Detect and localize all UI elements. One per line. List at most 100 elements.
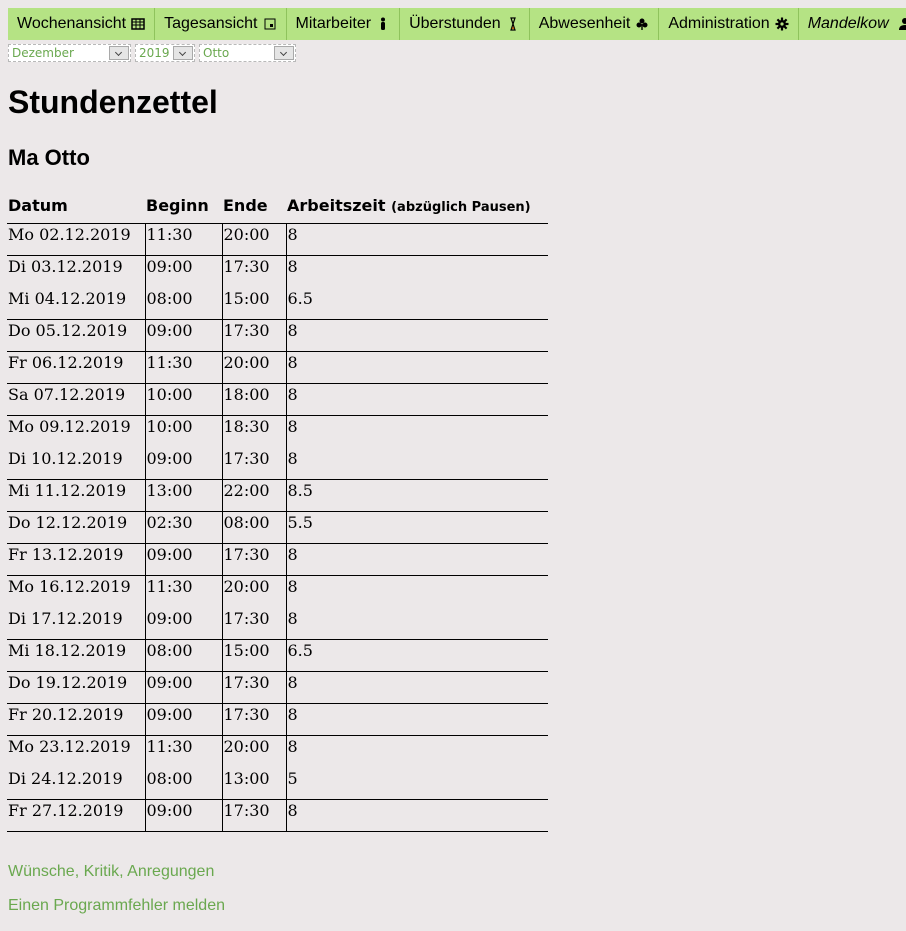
cell-start: 09:00 — [145, 543, 223, 576]
employee-select[interactable]: Otto — [199, 44, 296, 62]
cell-worktime: 8 — [286, 735, 548, 768]
hourglass-icon — [506, 17, 520, 31]
nav-administration-label: Administration — [668, 15, 770, 32]
cell-start: 09:00 — [145, 319, 223, 352]
table-row: Fr 27.12.2019 09:00 17:30 8 — [7, 799, 548, 832]
nav-user-mandelkow[interactable]: Mandelkow — [799, 8, 906, 40]
cell-end: 17:30 — [222, 447, 287, 480]
person-icon — [376, 17, 390, 31]
table-row: Do 19.12.2019 09:00 17:30 8 — [7, 671, 548, 704]
table-row: Mo 02.12.2019 11:30 20:00 8 — [7, 223, 548, 256]
cell-worktime: 5 — [287, 768, 298, 788]
cell-worktime: 8.5 — [286, 479, 548, 512]
nav-wochenansicht-label: Wochenansicht — [17, 15, 127, 32]
cell-end: 17:30 — [222, 255, 287, 288]
chevron-down-icon — [109, 46, 129, 60]
month-select[interactable]: Dezember — [8, 44, 131, 62]
cell-date: Mi 18.12.2019 — [7, 639, 146, 672]
header-end: Ende — [222, 188, 286, 224]
table-row: Di 24.12.2019 08:00 13:00 5 — [7, 767, 548, 800]
cell-date: Di 17.12.2019 — [7, 607, 146, 640]
calendar-day-icon — [263, 17, 277, 31]
chevron-down-icon — [173, 46, 193, 60]
cell-start: 10:00 — [145, 383, 223, 416]
cell-worktime: 8 — [287, 448, 298, 468]
nav-abwesenheit[interactable]: Abwesenheit — [530, 8, 660, 40]
header-worktime-note: (abzüglich Pausen) — [391, 200, 531, 215]
cell-date: Fr 20.12.2019 — [7, 703, 146, 736]
cell-date: Do 12.12.2019 — [7, 511, 146, 544]
cell-start: 08:00 — [145, 767, 223, 800]
cell-end: 20:00 — [222, 735, 287, 768]
header-worktime-label: Arbeitszeit — [287, 196, 386, 215]
nav-ueberstunden[interactable]: Überstunden — [400, 8, 530, 40]
timesheet-rows: Mo 02.12.2019 11:30 20:00 8 Di 03.12.2019 09:… — [7, 223, 548, 832]
cell-end: 17:30 — [222, 543, 287, 576]
nav-mitarbeiter[interactable]: Mitarbeiter — [287, 8, 401, 40]
table-row: Mo 16.12.2019 11:30 20:00 8 — [7, 575, 548, 608]
feedback-link[interactable]: Wünsche, Kritik, Anregungen — [8, 863, 214, 881]
table-row: Sa 07.12.2019 10:00 18:00 8 — [7, 383, 548, 416]
nav-administration[interactable]: Administration — [659, 8, 799, 40]
cell-date: Mo 23.12.2019 — [7, 735, 146, 768]
table-row: Mi 04.12.2019 08:00 15:00 6.5 — [7, 287, 548, 320]
cell-date: Fr 06.12.2019 — [7, 351, 146, 384]
cell-end: 18:30 — [222, 415, 287, 448]
table-row: Mo 23.12.2019 11:30 20:00 8 — [7, 735, 548, 768]
cell-start: 13:00 — [145, 479, 223, 512]
nav-ueberstunden-label: Überstunden — [409, 15, 501, 32]
table-row: Mo 09.12.2019 10:00 18:30 8 — [7, 415, 548, 448]
cell-end: 22:00 — [222, 479, 287, 512]
header-date: Datum — [7, 188, 145, 224]
cell-date: Do 19.12.2019 — [7, 671, 146, 704]
beach-icon — [635, 17, 649, 31]
table-row: Do 05.12.2019 09:00 17:30 8 — [7, 319, 548, 352]
cell-start: 11:30 — [145, 735, 223, 768]
cell-date: Sa 07.12.2019 — [7, 383, 146, 416]
main-navigation: Wochenansicht Tagesansicht Mitarbeiter Ü… — [8, 8, 906, 40]
header-worktime: Arbeitszeit (abzüglich Pausen) — [286, 188, 548, 224]
cell-worktime: 8 — [286, 255, 548, 288]
cell-worktime: 5.5 — [286, 511, 548, 544]
cell-start: 11:30 — [145, 575, 223, 608]
cell-start: 09:00 — [145, 703, 223, 736]
calendar-grid-icon — [131, 17, 145, 31]
cell-start: 11:30 — [145, 351, 223, 384]
filter-bar: Dezember 2019 Otto — [8, 44, 296, 62]
user-icon — [898, 17, 906, 31]
cell-worktime: 8 — [286, 383, 548, 416]
cell-date: Fr 27.12.2019 — [7, 799, 146, 832]
year-select-value: 2019 — [139, 46, 170, 60]
cell-date: Do 05.12.2019 — [7, 319, 146, 352]
bug-report-link[interactable]: Einen Programmfehler melden — [8, 897, 225, 915]
cell-date: Mi 04.12.2019 — [7, 287, 146, 320]
nav-wochenansicht[interactable]: Wochenansicht — [8, 8, 156, 40]
cell-date: Di 10.12.2019 — [7, 447, 146, 480]
cell-worktime: 8 — [286, 223, 548, 256]
table-row: Di 17.12.2019 09:00 17:30 8 — [7, 607, 548, 640]
cell-start: 09:00 — [145, 671, 223, 704]
cell-date: Fr 13.12.2019 — [7, 543, 146, 576]
nav-tagesansicht[interactable]: Tagesansicht — [155, 8, 287, 40]
chevron-down-icon — [274, 46, 294, 60]
table-row: Di 03.12.2019 09:00 17:30 8 — [7, 255, 548, 288]
nav-tagesansicht-label: Tagesansicht — [164, 15, 258, 32]
cell-start: 09:00 — [145, 607, 223, 640]
table-row: Fr 13.12.2019 09:00 17:30 8 — [7, 543, 548, 576]
cell-end: 17:30 — [222, 671, 287, 704]
year-select[interactable]: 2019 — [135, 44, 195, 62]
cell-worktime: 8 — [286, 351, 548, 384]
cell-start: 11:30 — [145, 223, 223, 256]
table-row: Do 12.12.2019 02:30 08:00 5.5 — [7, 511, 548, 544]
cell-worktime: 8 — [287, 608, 298, 628]
cell-worktime: 8 — [286, 543, 548, 576]
cell-start: 09:00 — [145, 799, 223, 832]
cell-end: 17:30 — [222, 319, 287, 352]
cell-end: 18:00 — [222, 383, 287, 416]
cell-worktime: 6.5 — [286, 639, 548, 672]
table-row: Mi 18.12.2019 08:00 15:00 6.5 — [7, 639, 548, 672]
timesheet-table: Datum Beginn Ende Arbeitszeit (abzüglich… — [7, 188, 548, 832]
cell-end: 13:00 — [222, 767, 287, 800]
month-select-value: Dezember — [12, 46, 74, 60]
cell-date: Mi 11.12.2019 — [7, 479, 146, 512]
